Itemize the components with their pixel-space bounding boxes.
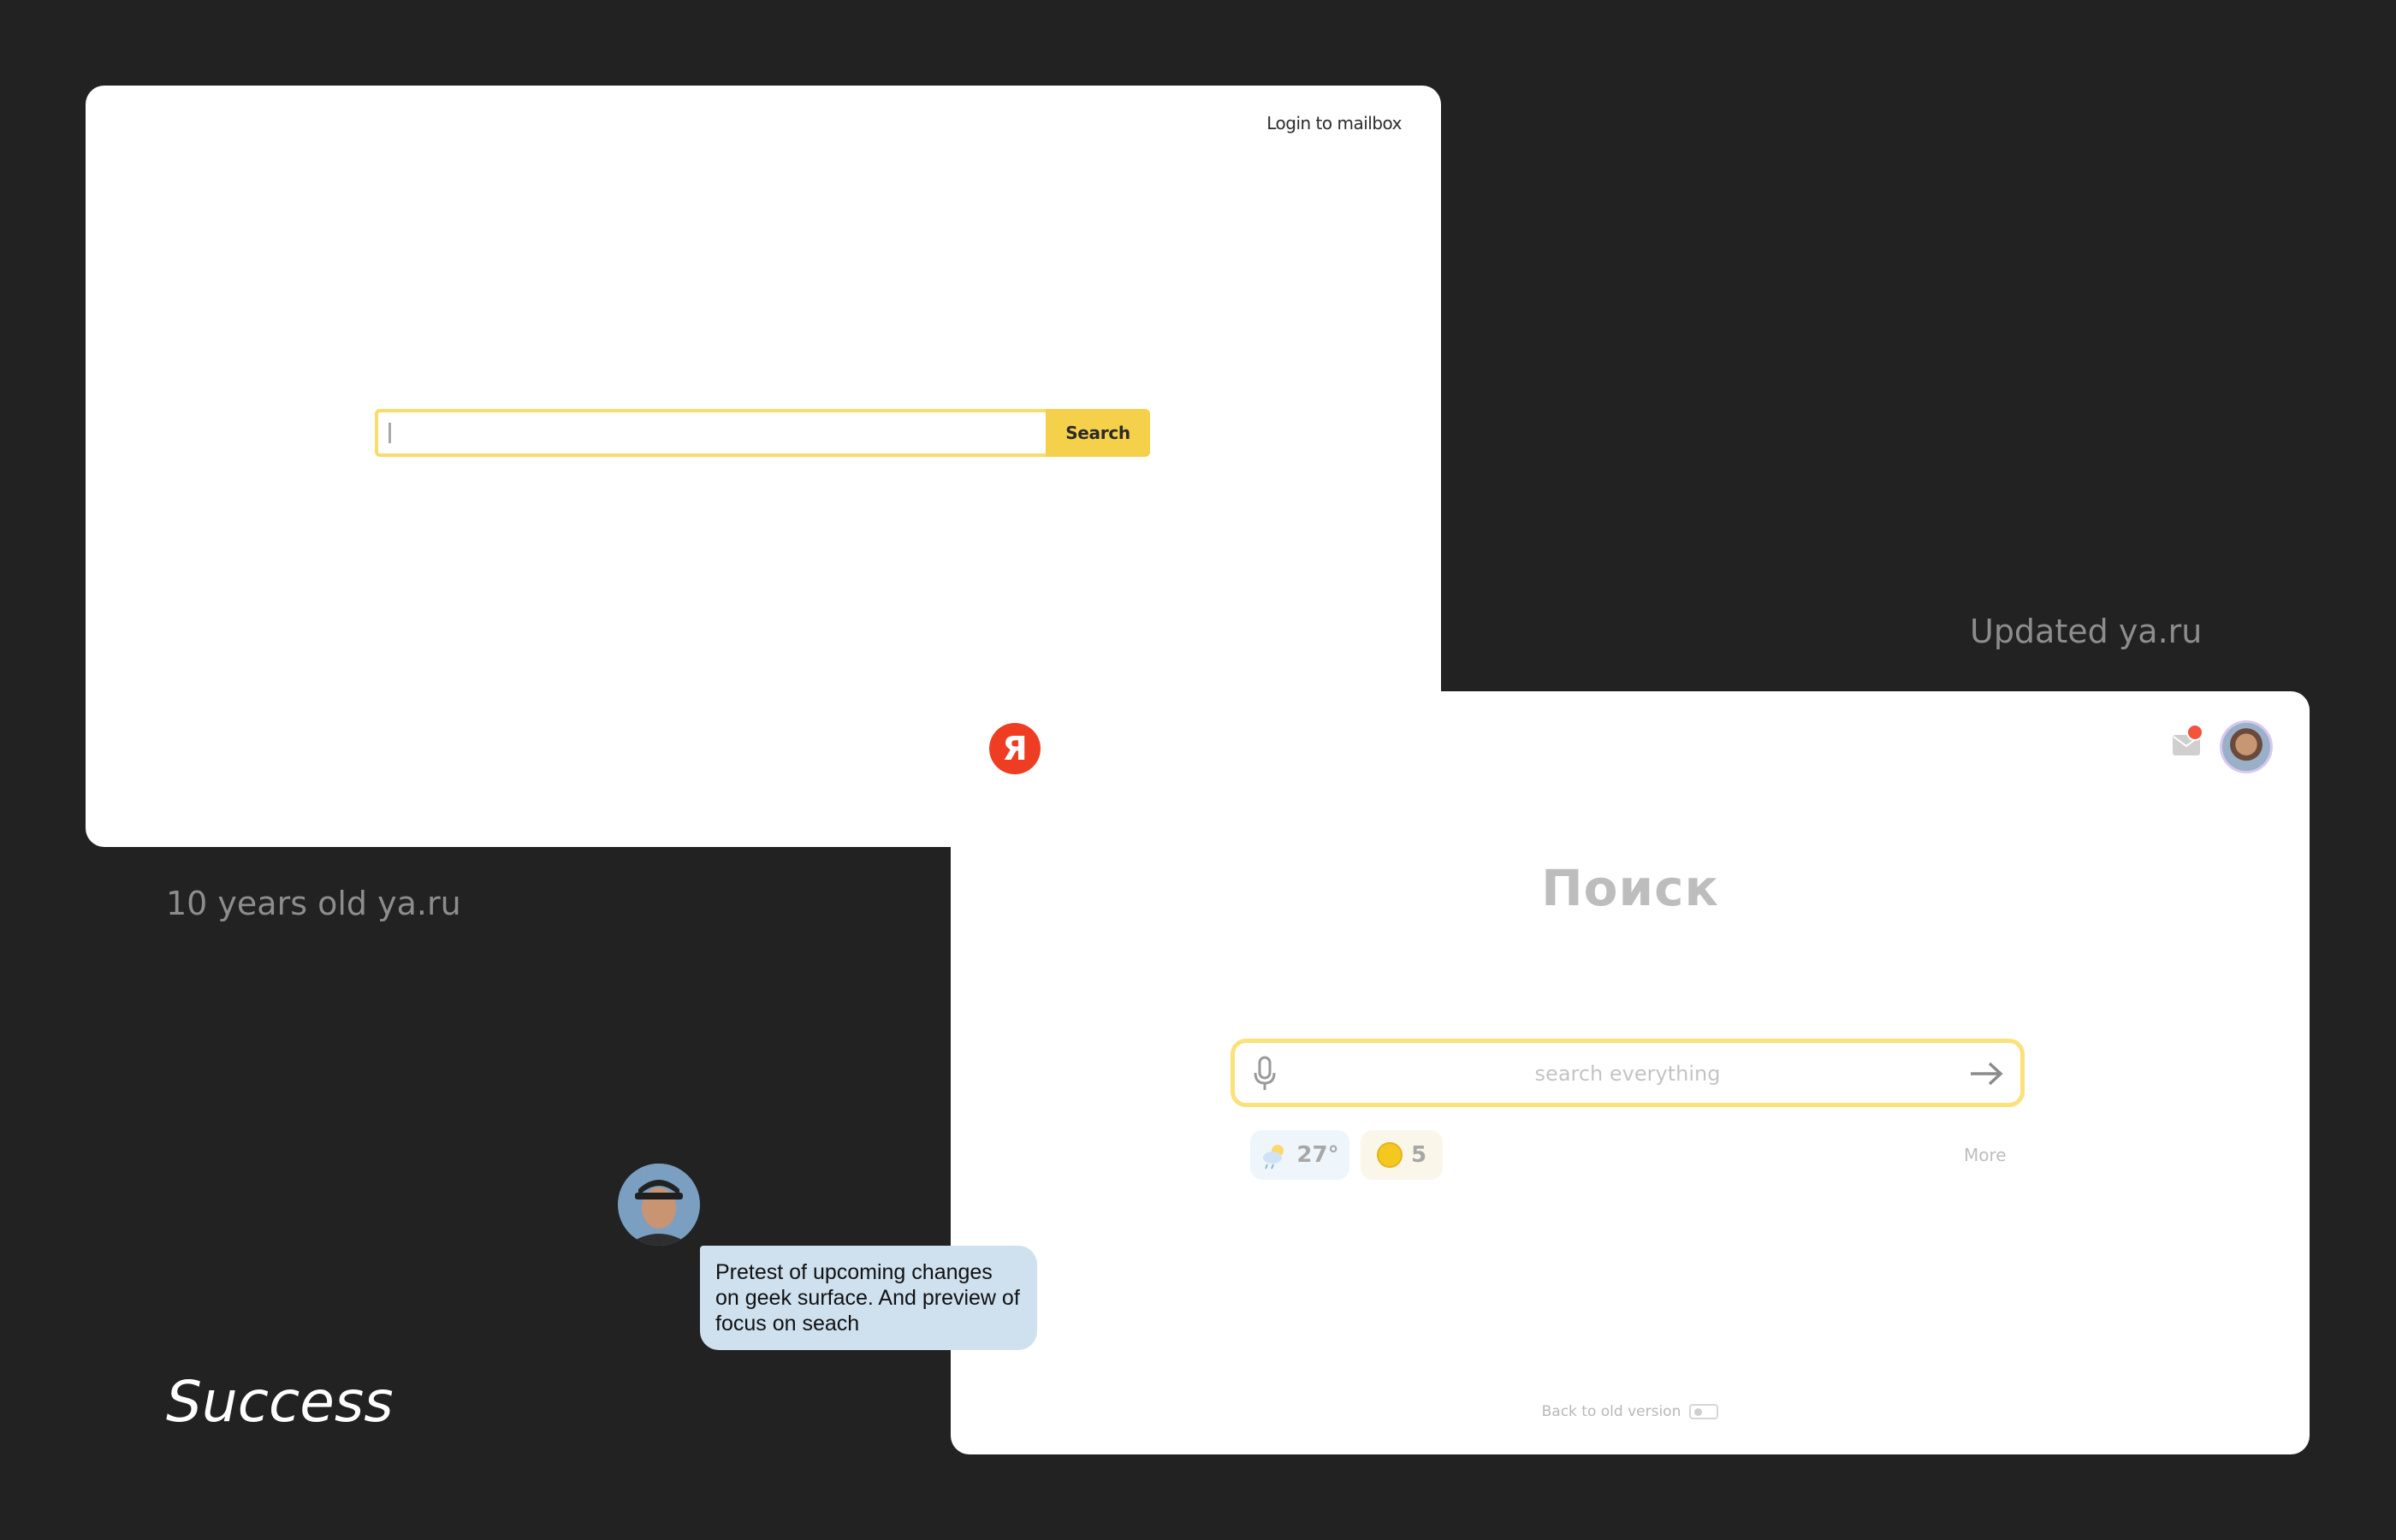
points-value: 5 [1410, 1142, 1427, 1168]
search-input-placeholder: search everything [1534, 1062, 1721, 1086]
more-link[interactable]: More [1964, 1145, 2007, 1165]
new-yaru-screen: Я Поиск search everything 27° 5 More Bac… [951, 691, 2310, 1454]
weather-temperature: 27° [1296, 1142, 1339, 1168]
back-to-old-version[interactable]: Back to old version [951, 1403, 2310, 1420]
arrow-right-icon[interactable] [1967, 1059, 2005, 1088]
new-version-caption: Updated ya.ru [1970, 613, 2203, 650]
back-to-old-label: Back to old version [1541, 1403, 1681, 1420]
old-search-bar: Search [375, 409, 1150, 457]
login-to-mailbox-link[interactable]: Login to mailbox [1266, 113, 1402, 133]
status-heading: Success [166, 1369, 394, 1435]
ya-logo-icon[interactable]: Я [989, 723, 1041, 774]
search-button[interactable]: Search [1046, 409, 1150, 457]
commenter-avatar [618, 1164, 700, 1246]
search-bar[interactable]: search everything [1231, 1039, 2025, 1107]
avatar[interactable] [2220, 720, 2273, 773]
weather-icon [1263, 1145, 1284, 1170]
weather-widget[interactable]: 27° [1250, 1130, 1349, 1180]
commenter-photo-icon [618, 1164, 700, 1246]
text-caret [388, 423, 391, 443]
version-toggle[interactable] [1689, 1404, 1719, 1419]
plus-points-widget[interactable]: 5 [1361, 1130, 1443, 1180]
comment-bubble: Pretest of upcoming changes on geek surf… [700, 1246, 1037, 1350]
page-title: Поиск [1541, 859, 1719, 917]
old-search-input[interactable] [375, 409, 1046, 457]
coin-icon [1376, 1142, 1403, 1168]
old-version-caption: 10 years old ya.ru [166, 885, 461, 922]
notification-badge [2186, 724, 2203, 741]
toggle-knob [1694, 1408, 1703, 1416]
